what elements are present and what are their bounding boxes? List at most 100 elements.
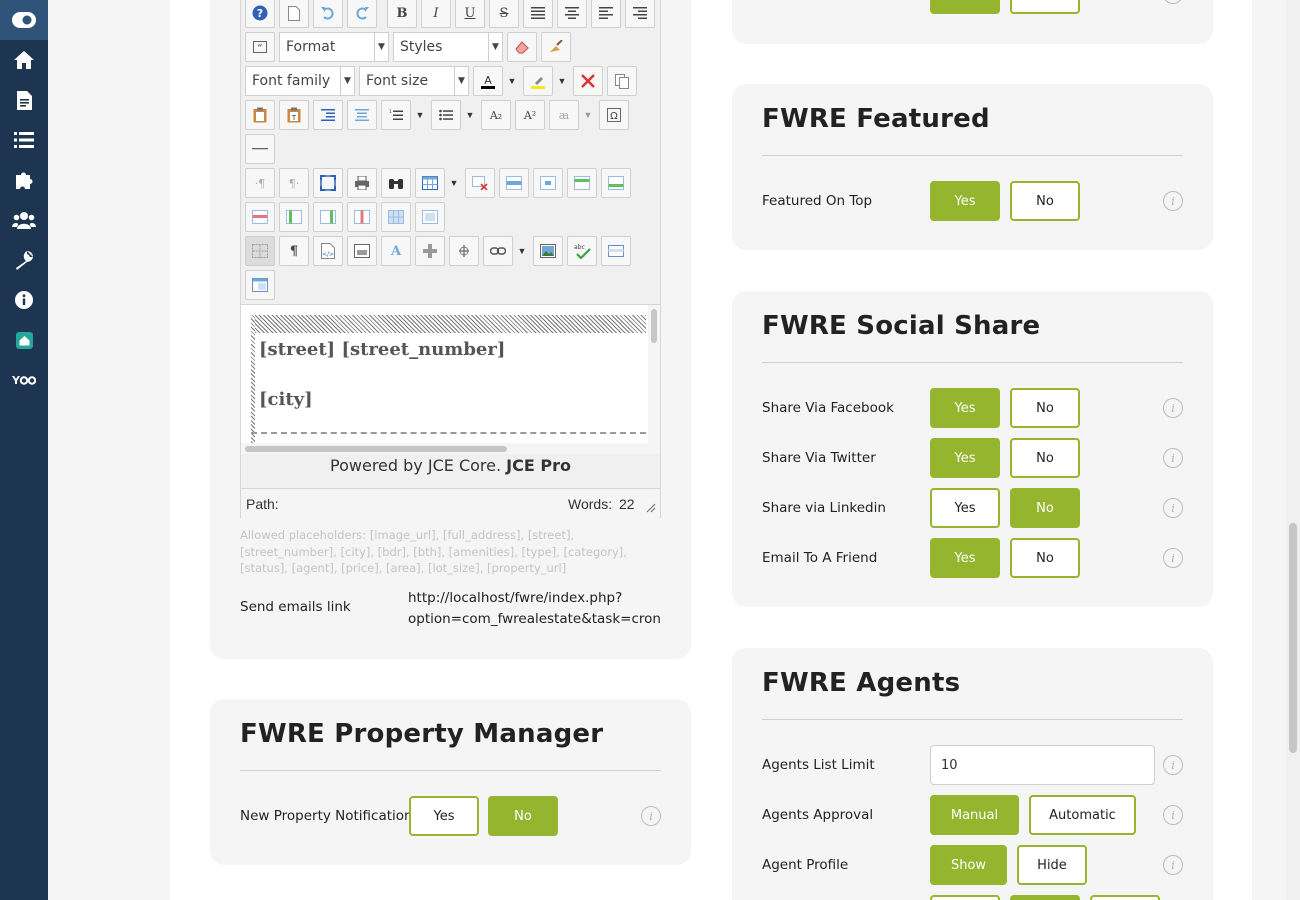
form-icon[interactable]	[601, 236, 631, 266]
puzzle-icon[interactable]	[0, 160, 48, 200]
copy-icon[interactable]	[607, 66, 637, 96]
insert-row-after-icon[interactable]	[601, 168, 631, 198]
anchor-icon[interactable]	[449, 236, 479, 266]
share-twitter-yes-button[interactable]: Yes	[930, 438, 1000, 478]
scrollbar-thumb[interactable]	[651, 309, 657, 343]
info-icon[interactable]: i	[1163, 191, 1183, 211]
page-scrollbar-thumb[interactable]	[1289, 523, 1297, 753]
info-icon[interactable]: i	[641, 806, 661, 826]
approval-manual-button[interactable]: Manual	[930, 795, 1019, 835]
cell-props-icon[interactable]	[533, 168, 563, 198]
info-icon[interactable]: i	[1163, 755, 1183, 775]
profile-show-button[interactable]: Show	[930, 845, 1007, 885]
align-center-icon[interactable]	[557, 0, 587, 28]
share-facebook-no-button[interactable]: No	[1010, 388, 1080, 428]
paste-icon[interactable]	[245, 100, 275, 130]
outdent-icon[interactable]	[347, 100, 377, 130]
align-left-icon[interactable]	[591, 0, 621, 28]
delete-col-icon[interactable]	[347, 202, 377, 232]
char-map-icon[interactable]: ꜳ	[549, 100, 579, 130]
toggle-on-button-partial[interactable]	[930, 0, 1000, 14]
italic-icon[interactable]: I	[421, 0, 451, 28]
insert-col-after-icon[interactable]	[313, 202, 343, 232]
rtl-icon[interactable]: ¶·	[279, 168, 309, 198]
chevron-down-icon[interactable]: ▼	[413, 100, 427, 130]
scrollbar-thumb[interactable]	[245, 446, 507, 452]
info-icon[interactable]: i	[1163, 448, 1183, 468]
spellcheck-icon[interactable]: abc	[567, 236, 597, 266]
search-icon[interactable]	[381, 168, 411, 198]
split-cells-icon[interactable]	[381, 202, 411, 232]
align-justify-icon[interactable]	[523, 0, 553, 28]
new-document-icon[interactable]	[279, 0, 309, 28]
wrench-icon[interactable]	[0, 240, 48, 280]
row-props-icon[interactable]	[499, 168, 529, 198]
document-icon[interactable]	[0, 80, 48, 120]
email-friend-no-button[interactable]: No	[1010, 538, 1080, 578]
yoo-logo[interactable]	[0, 360, 48, 400]
editor-line-address[interactable]: [street] [street_number]	[259, 339, 505, 360]
source-code-icon[interactable]: </>	[313, 236, 343, 266]
cleanup-broom-icon[interactable]	[541, 32, 571, 62]
next-row-button-partial[interactable]	[1090, 895, 1160, 900]
eraser-icon[interactable]	[507, 32, 537, 62]
profile-hide-button[interactable]: Hide	[1017, 845, 1087, 885]
info-icon[interactable]	[0, 280, 48, 320]
subscript-icon[interactable]: A₂	[481, 100, 511, 130]
info-icon[interactable]: i	[1163, 855, 1183, 875]
merge-cells-icon[interactable]	[415, 202, 445, 232]
share-twitter-no-button[interactable]: No	[1010, 438, 1080, 478]
share-linkedin-yes-button[interactable]: Yes	[930, 488, 1000, 528]
approval-automatic-button[interactable]: Automatic	[1029, 795, 1136, 835]
fullscreen-icon[interactable]	[313, 168, 343, 198]
delete-table-icon[interactable]	[465, 168, 495, 198]
chevron-down-icon[interactable]: ▼	[447, 168, 461, 198]
font-size-select[interactable]: Font size ▼	[359, 66, 469, 96]
print-icon[interactable]	[347, 168, 377, 198]
font-family-select[interactable]: Font family ▼	[245, 66, 355, 96]
users-icon[interactable]	[0, 200, 48, 240]
ltr-icon[interactable]: ·¶	[245, 168, 275, 198]
indent-icon[interactable]	[313, 100, 343, 130]
template-icon[interactable]	[245, 270, 275, 300]
visual-aid-icon[interactable]	[245, 236, 275, 266]
featured-yes-button[interactable]: Yes	[930, 181, 1000, 221]
visual-chars-icon[interactable]: ¶	[279, 236, 309, 266]
insert-layer-icon[interactable]	[415, 236, 445, 266]
underline-icon[interactable]: U	[455, 0, 485, 28]
info-icon[interactable]: i	[1163, 548, 1183, 568]
format-select[interactable]: Format ▼	[279, 32, 389, 62]
share-facebook-yes-button[interactable]: Yes	[930, 388, 1000, 428]
strikethrough-icon[interactable]: S	[489, 0, 519, 28]
styles-select[interactable]: Styles ▼	[393, 32, 503, 62]
redo-icon[interactable]	[347, 0, 377, 28]
insert-col-before-icon[interactable]	[279, 202, 309, 232]
info-icon[interactable]: i	[1163, 498, 1183, 518]
featured-no-button[interactable]: No	[1010, 181, 1080, 221]
align-right-icon[interactable]	[625, 0, 655, 28]
agents-list-limit-input[interactable]	[930, 745, 1155, 785]
page-scrollbar-track[interactable]	[1286, 0, 1300, 900]
fwre-logo-icon[interactable]	[0, 320, 48, 360]
home-icon[interactable]	[0, 40, 48, 80]
paste-text-icon[interactable]: T	[279, 100, 309, 130]
notification-yes-button[interactable]: Yes	[409, 796, 479, 836]
editor-line-city[interactable]: [city]	[259, 389, 313, 410]
insert-row-before-icon[interactable]	[567, 168, 597, 198]
blockquote-icon[interactable]: “	[245, 32, 275, 62]
chevron-down-icon[interactable]: ▼	[555, 66, 569, 96]
highlight-color-icon[interactable]	[523, 66, 553, 96]
bold-icon[interactable]: B	[387, 0, 417, 28]
chevron-down-icon[interactable]: ▼	[581, 100, 595, 130]
resize-handle-icon[interactable]	[646, 503, 656, 513]
list-icon[interactable]	[0, 120, 48, 160]
editor-horizontal-scrollbar[interactable]	[241, 443, 648, 454]
editor-vertical-scrollbar[interactable]	[648, 305, 660, 454]
info-icon[interactable]: i	[1163, 398, 1183, 418]
chevron-down-icon[interactable]: ▼	[505, 66, 519, 96]
toggle-off-button-partial[interactable]	[1010, 0, 1080, 14]
numbered-list-icon[interactable]: 1	[381, 100, 411, 130]
preview-icon[interactable]	[347, 236, 377, 266]
notification-no-button[interactable]: No	[488, 796, 558, 836]
undo-icon[interactable]	[313, 0, 343, 28]
